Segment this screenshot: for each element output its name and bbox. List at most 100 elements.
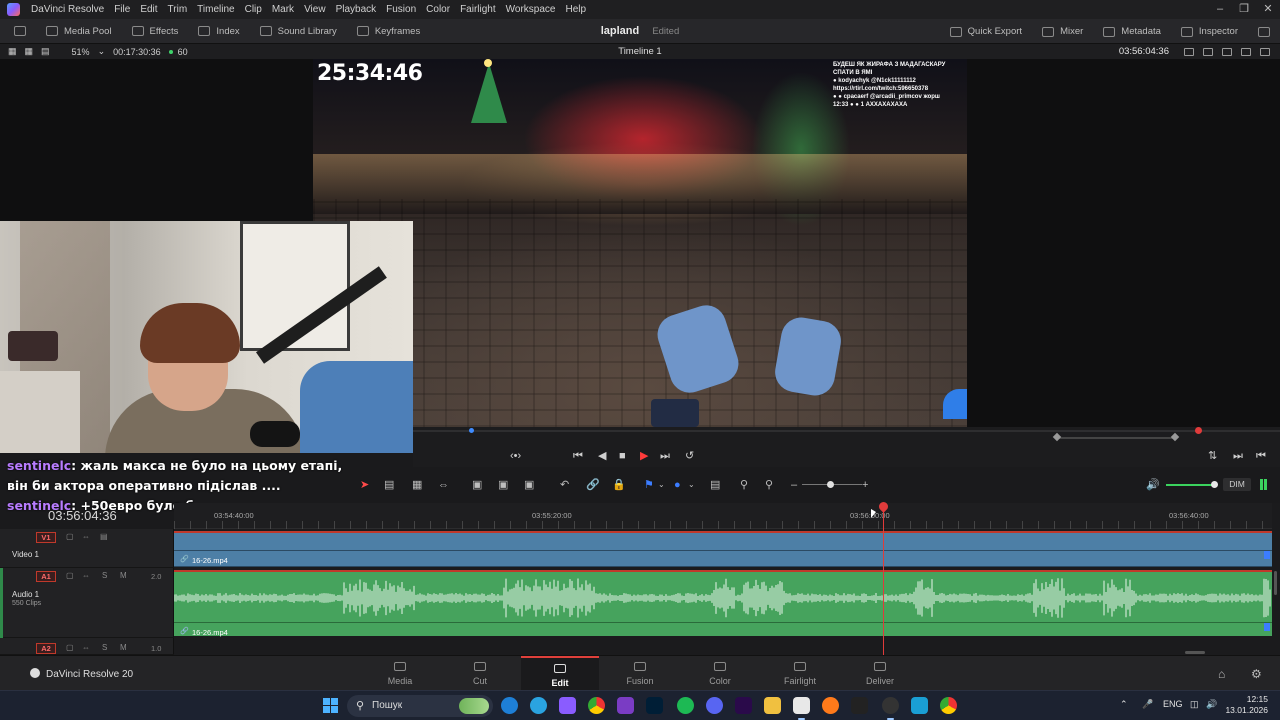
menu-fairlight[interactable]: Fairlight [455, 4, 501, 15]
page-tab-media[interactable]: Media [361, 656, 439, 691]
volume-slider[interactable] [1166, 484, 1216, 486]
keyframes-button[interactable]: Keyframes [347, 19, 430, 44]
taskbar-clock[interactable]: 12:15 13.01.2026 [1224, 694, 1268, 716]
split-view-icon[interactable] [1260, 47, 1270, 56]
auto-select-icon[interactable]: ⇔ [82, 532, 90, 541]
effects-button[interactable]: Effects [122, 19, 189, 44]
expand-button[interactable] [1248, 19, 1280, 44]
zoom-out-icon[interactable]: – [791, 478, 797, 492]
lock-icon[interactable]: ▢ [66, 643, 74, 652]
solo-icon[interactable]: S [102, 643, 107, 652]
lock-icon[interactable]: ▢ [66, 571, 74, 580]
close-icon[interactable]: ✕ [1256, 0, 1280, 19]
scrubber-marker[interactable] [469, 428, 474, 433]
file-explorer-icon[interactable] [764, 697, 781, 714]
video-clip[interactable]: 🔗 16-26.mp4 [174, 531, 1272, 567]
a1-track-tag[interactable]: A1 [36, 571, 56, 582]
viewer-mode-icon[interactable] [1184, 47, 1194, 56]
metadata-button[interactable]: Metadata [1093, 19, 1171, 44]
volume-icon[interactable]: 🔊 [1206, 699, 1217, 710]
audio1-track-header[interactable]: A1 ▢ ⇔ S M 2.0 Audio 1 550 Clips [0, 568, 174, 638]
menu-color[interactable]: Color [421, 4, 455, 15]
spotify-icon[interactable] [677, 697, 694, 714]
timeline-name[interactable]: Timeline 1 [0, 44, 1280, 59]
snapping-icon[interactable]: ↶ [560, 478, 569, 492]
prev-clip-icon[interactable]: ‹•› [510, 449, 521, 463]
inspector-button[interactable]: Inspector [1171, 19, 1248, 44]
detail-zoom-icon[interactable]: ⚲ [740, 478, 748, 492]
scrubber-track[interactable] [413, 430, 1280, 432]
last-frame-icon[interactable]: ⏮ [1256, 449, 1266, 463]
play-reverse-icon[interactable]: ◀ [598, 449, 606, 463]
chrome-icon[interactable] [940, 697, 957, 714]
microphone-icon[interactable]: 🎤 [1142, 699, 1153, 710]
chevron-down-icon[interactable]: ⌄ [688, 478, 695, 492]
page-tab-fusion[interactable]: Fusion [601, 656, 679, 691]
menu-mark[interactable]: Mark [267, 4, 299, 15]
trim-tool-icon[interactable]: ▤ [384, 478, 394, 492]
menu-file[interactable]: File [109, 4, 135, 15]
chevron-down-icon[interactable]: ⌄ [658, 478, 665, 492]
taskbar-search[interactable]: ⚲ Пошук [347, 695, 493, 717]
chrome-icon[interactable] [588, 697, 605, 714]
a2-track-tag[interactable]: A2 [36, 643, 56, 654]
menu-view[interactable]: View [299, 4, 331, 15]
audio-clip[interactable]: 🔗 16-26.mp4 [174, 570, 1272, 637]
clip-marker[interactable] [1264, 623, 1270, 631]
dynamic-trim-icon[interactable]: ⇔ [438, 478, 449, 492]
maximize-icon[interactable]: ❐ [1232, 0, 1256, 19]
in-point-handle[interactable] [1052, 432, 1062, 442]
overwrite-clip-icon[interactable]: ▣ [498, 478, 508, 492]
sound-library-button[interactable]: Sound Library [250, 19, 347, 44]
dim-button[interactable]: DIM [1223, 478, 1251, 491]
menu-timeline[interactable]: Timeline [192, 4, 239, 15]
obs-icon[interactable] [882, 697, 899, 720]
timeline-tracks[interactable]: 🔗 16-26.mp4 🔗 16-26.mp4 [174, 529, 1272, 655]
panel-toggle-button[interactable] [0, 19, 36, 44]
page-tab-edit[interactable]: Edit [521, 656, 599, 691]
transform-icon[interactable] [1222, 47, 1232, 56]
volume-icon[interactable]: 🔊 [1146, 478, 1160, 492]
grid-view-icon[interactable]: ▦ [25, 46, 34, 57]
chevron-down-icon[interactable]: ⌄ [98, 46, 106, 57]
language-indicator[interactable]: ENG [1163, 699, 1183, 709]
premiere-icon[interactable] [735, 697, 752, 714]
full-extent-zoom-icon[interactable]: ▤ [710, 478, 720, 492]
video1-track-header[interactable]: V1 ▢ ⇔ ▤ Video 1 [0, 529, 174, 568]
play-icon[interactable]: ▶ [640, 449, 648, 463]
telegram-icon[interactable] [530, 697, 547, 714]
page-tab-color[interactable]: Color [681, 656, 759, 691]
menu-playback[interactable]: Playback [331, 4, 382, 15]
timeline-ruler[interactable]: 03:54:40:00 03:55:20:00 03:56:00:00 03:5… [174, 503, 1272, 529]
go-to-start-icon[interactable]: ⏮ [573, 449, 583, 463]
clip-view-icon[interactable]: ▦ [8, 46, 17, 57]
match-frame-icon[interactable]: ⇅ [1208, 449, 1217, 463]
go-to-end-icon[interactable]: ⏭ [660, 449, 670, 463]
next-edit-icon[interactable]: ⏭ [1233, 449, 1243, 463]
network-icon[interactable]: ◫ [1190, 699, 1199, 710]
app-icon[interactable] [911, 697, 928, 714]
minimize-icon[interactable]: – [1208, 0, 1232, 19]
edge-icon[interactable] [501, 697, 518, 714]
page-tab-deliver[interactable]: Deliver [841, 656, 919, 691]
vertical-scrollbar[interactable] [1272, 503, 1280, 655]
out-point-handle[interactable] [1170, 432, 1180, 442]
menu-clip[interactable]: Clip [240, 4, 267, 15]
menu-edit[interactable]: Edit [135, 4, 162, 15]
viewer-scrubber[interactable] [413, 427, 1280, 445]
lock-icon[interactable]: 🔒 [612, 478, 626, 492]
menu-fusion[interactable]: Fusion [381, 4, 421, 15]
page-tab-cut[interactable]: Cut [441, 656, 519, 691]
timeline-playhead[interactable] [883, 506, 884, 655]
layout-icon[interactable]: ▤ [41, 46, 50, 57]
viewer-zoom[interactable]: 51% [72, 47, 90, 57]
zoom-in-icon[interactable]: + [862, 478, 868, 492]
resolve-taskbar-icon[interactable] [851, 697, 868, 714]
flag-icon[interactable]: ⚑ [644, 478, 654, 492]
mute-icon[interactable]: M [120, 571, 127, 580]
app-icon[interactable] [617, 697, 634, 714]
custom-zoom-icon[interactable]: ⚲ [765, 478, 773, 492]
bypass-icon[interactable] [1241, 47, 1251, 56]
scrubber-playhead[interactable] [1195, 427, 1202, 434]
marker-icon[interactable]: ● [674, 478, 681, 492]
